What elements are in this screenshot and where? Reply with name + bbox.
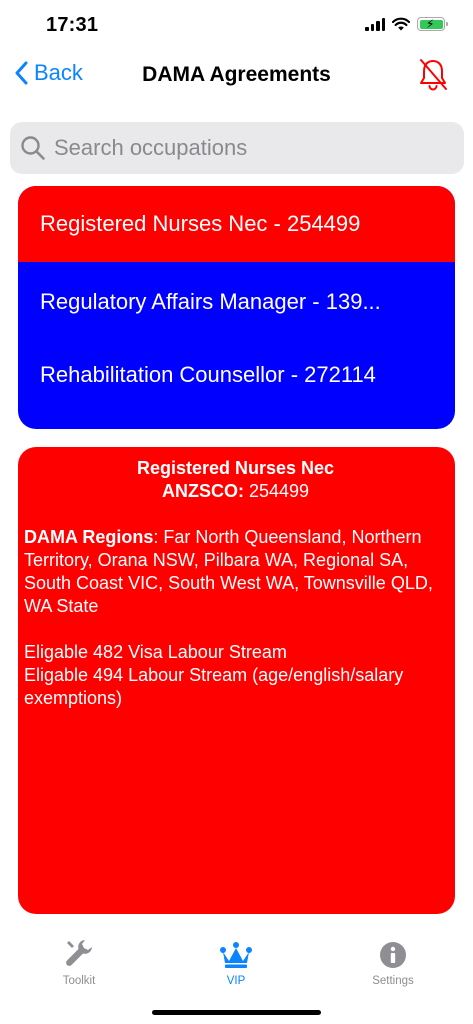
cellular-signal-icon xyxy=(365,17,385,31)
tab-label: Toolkit xyxy=(62,975,96,987)
wrench-icon xyxy=(66,940,92,966)
wifi-icon xyxy=(392,17,410,31)
eligibility-494: Eligable 494 Labour Stream (age/english/… xyxy=(24,665,404,708)
list-item[interactable]: Rehabilitation Counsellor - 272114 xyxy=(18,342,455,414)
tab-label: VIP xyxy=(226,975,246,987)
info-icon xyxy=(380,942,406,968)
tab-toolkit[interactable]: Toolkit xyxy=(39,937,119,987)
notifications-button[interactable] xyxy=(417,58,449,97)
home-indicator xyxy=(152,1010,321,1015)
search-input[interactable] xyxy=(54,135,444,161)
tab-vip[interactable]: VIP xyxy=(196,937,276,987)
search-bar[interactable] xyxy=(10,122,464,174)
tab-label: Settings xyxy=(372,975,414,987)
list-item-label: Registered Nurses Nec - 254499 xyxy=(40,211,361,236)
eligibility-482: Eligable 482 Visa Labour Stream xyxy=(24,642,287,662)
regions-label: DAMA Regions xyxy=(24,527,154,547)
list-item-label: Regulatory Affairs Manager - 139... xyxy=(40,289,381,314)
status-bar: 17:31 ⚡ xyxy=(0,0,473,54)
anzsco-label: ANZSCO: xyxy=(161,481,244,501)
list-item[interactable]: Regulatory Affairs Manager - 139... xyxy=(18,262,455,342)
page-title: DAMA Agreements xyxy=(142,63,331,86)
list-item-label: Rehabilitation Counsellor - 272114 xyxy=(40,362,376,387)
anzsco-line: ANZSCO: 254499 xyxy=(24,480,447,503)
tab-settings[interactable]: Settings xyxy=(353,937,433,987)
battery-icon: ⚡ xyxy=(417,17,448,31)
anzsco-value: 254499 xyxy=(243,481,310,501)
regions-paragraph: DAMA Regions: Far North Queensland, Nort… xyxy=(24,526,447,618)
list-item[interactable]: Registered Nurses Nec - 254499 xyxy=(18,186,455,262)
crown-icon xyxy=(220,942,252,968)
occupation-detail-card: Registered Nurses Nec ANZSCO: 254499 DAM… xyxy=(18,447,455,914)
occupation-list: Registered Nurses Nec - 254499 Regulator… xyxy=(18,186,455,429)
navigation-bar: Back DAMA Agreements xyxy=(0,54,473,98)
status-icons: ⚡ xyxy=(365,17,448,31)
search-icon xyxy=(21,136,45,160)
status-time: 17:31 xyxy=(46,14,99,36)
detail-title: Registered Nurses Nec xyxy=(136,458,335,478)
bell-slash-icon xyxy=(420,59,447,91)
